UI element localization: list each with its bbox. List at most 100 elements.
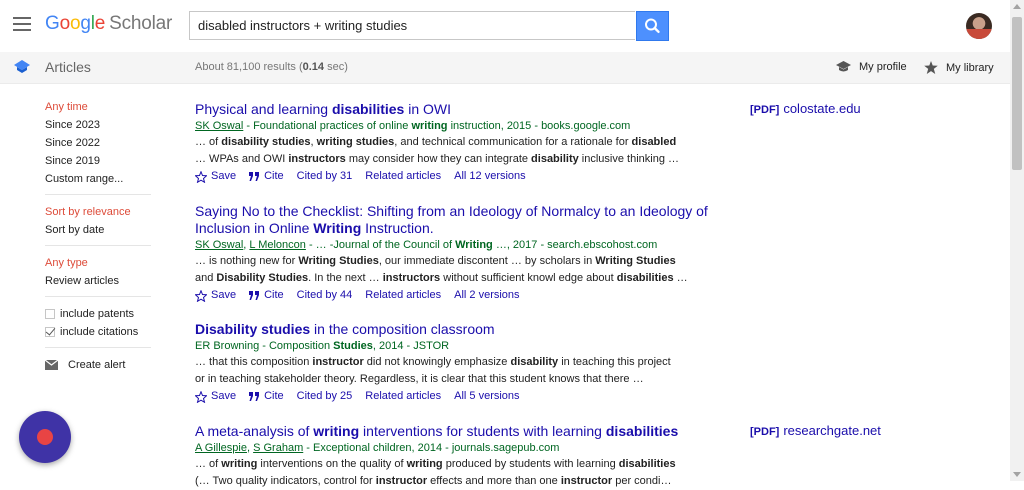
- save-label: Save: [211, 390, 237, 402]
- result-item: Saying No to the Checklist: Shifting fro…: [195, 203, 735, 304]
- quote-icon: [249, 171, 260, 181]
- author-link[interactable]: L Meloncon: [249, 239, 305, 251]
- all-versions-link[interactable]: All 12 versions: [454, 168, 526, 185]
- save-button[interactable]: Save: [195, 388, 236, 405]
- author-link[interactable]: S Graham: [253, 442, 303, 454]
- filter-since-2023[interactable]: Since 2023: [45, 116, 155, 134]
- scrollbar-thumb[interactable]: [1012, 17, 1022, 170]
- my-library-link[interactable]: My library: [924, 61, 994, 74]
- filter-any-type[interactable]: Any type: [45, 254, 155, 272]
- highlighted-term: disability: [531, 153, 579, 165]
- filter-any-time[interactable]: Any time: [45, 98, 155, 116]
- highlighted-term: writing: [411, 120, 448, 132]
- text-fragment: effects and more than one: [427, 475, 561, 487]
- result-actions: Save Cite Cited by 44 Related articles A…: [195, 287, 735, 304]
- cite-label: Cite: [264, 289, 284, 301]
- filter-since-2019[interactable]: Since 2019: [45, 152, 155, 170]
- author-link[interactable]: SK Oswal: [195, 239, 243, 251]
- create-alert-button[interactable]: Create alert: [45, 356, 155, 374]
- result-title[interactable]: Physical and learning disabilities in OW…: [195, 101, 735, 118]
- result-title[interactable]: Disability studies in the composition cl…: [195, 321, 735, 338]
- text-fragment: did not knowingly emphasize: [363, 356, 511, 368]
- text-fragment: in OWI: [404, 101, 452, 117]
- author-link[interactable]: A Gillespie: [195, 442, 247, 454]
- text-fragment: A meta-analysis of: [195, 423, 314, 439]
- cited-by-link[interactable]: Cited by 31: [297, 168, 353, 185]
- cite-label: Cite: [264, 170, 284, 182]
- include-citations-checkbox[interactable]: include citations: [45, 323, 155, 341]
- results-count: About 81,100 results (0.14 sec): [195, 61, 348, 73]
- hamburger-menu-icon[interactable]: [13, 17, 31, 31]
- text-fragment: per condi…: [612, 475, 672, 487]
- text-fragment: …: [673, 272, 688, 284]
- highlighted-term: disabled: [631, 136, 677, 148]
- result-title[interactable]: Saying No to the Checklist: Shifting fro…: [195, 203, 735, 237]
- quote-icon: [249, 391, 260, 401]
- star-outline-icon: [195, 170, 207, 183]
- cite-button[interactable]: Cite: [249, 287, 284, 304]
- include-patents-checkbox[interactable]: include patents: [45, 305, 155, 323]
- filter-sidebar: Any time Since 2023 Since 2022 Since 201…: [45, 98, 155, 374]
- cite-button[interactable]: Cite: [249, 388, 284, 405]
- logo-letter: g: [80, 13, 91, 34]
- cited-by-link[interactable]: Cited by 44: [297, 287, 353, 304]
- author-link[interactable]: SK Oswal: [195, 120, 243, 132]
- sort-by-relevance[interactable]: Sort by relevance: [45, 203, 155, 221]
- scroll-up-arrow-icon[interactable]: [1013, 4, 1021, 9]
- related-articles-link[interactable]: Related articles: [365, 168, 441, 185]
- highlighted-term: disabilities: [616, 272, 674, 284]
- save-button[interactable]: Save: [195, 168, 236, 185]
- highlighted-term: instructors: [288, 153, 346, 165]
- pdf-tag: [PDF]: [750, 426, 780, 438]
- result-authors: A Gillespie, S Graham - Exceptional chil…: [195, 440, 735, 456]
- scroll-down-arrow-icon[interactable]: [1013, 472, 1021, 477]
- result-authors: SK Oswal - Foundational practices of onl…: [195, 118, 735, 134]
- related-articles-link[interactable]: Related articles: [365, 287, 441, 304]
- highlighted-term: disabilities: [618, 458, 676, 470]
- sort-by-date[interactable]: Sort by date: [45, 221, 155, 239]
- star-outline-icon: [195, 390, 207, 403]
- text-fragment: … is nothing new for: [195, 255, 299, 267]
- text-fragment: … that this composition: [195, 356, 313, 368]
- account-avatar[interactable]: [966, 13, 992, 39]
- save-label: Save: [211, 170, 237, 182]
- checkbox-unchecked: [45, 309, 55, 319]
- highlighted-term: Studies: [333, 340, 373, 352]
- filter-review-articles[interactable]: Review articles: [45, 272, 155, 290]
- text-fragment: in the composition classroom: [310, 321, 495, 337]
- search-icon: [645, 18, 660, 33]
- text-fragment: …, 2017 - search.ebscohost.com: [492, 239, 658, 251]
- logo-letter: G: [45, 13, 60, 34]
- checkbox-checked: [45, 327, 55, 337]
- text-fragment: or in teaching stakeholder theory. Regar…: [195, 373, 644, 385]
- search-box: [189, 11, 636, 40]
- result-item: Physical and learning disabilities in OW…: [195, 101, 735, 185]
- search-input[interactable]: [190, 12, 636, 39]
- envelope-icon: [45, 360, 58, 370]
- filter-custom-range[interactable]: Custom range...: [45, 170, 155, 188]
- search-button[interactable]: [636, 11, 669, 41]
- record-button[interactable]: [19, 411, 71, 463]
- pdf-tag: [PDF]: [750, 104, 780, 116]
- related-articles-link[interactable]: Related articles: [365, 388, 441, 405]
- pdf-link[interactable]: [PDF] researchgate.net: [750, 423, 881, 438]
- highlighted-term: Writing: [313, 220, 362, 236]
- highlighted-term: disabilities: [605, 423, 679, 439]
- highlighted-term: instructor: [375, 475, 428, 487]
- text-fragment: without sufficient knowl edge about: [440, 272, 617, 284]
- filter-since-2022[interactable]: Since 2022: [45, 134, 155, 152]
- my-profile-link[interactable]: My profile: [836, 61, 907, 73]
- highlighted-term: writing studies: [316, 136, 395, 148]
- google-scholar-logo[interactable]: Google Scholar: [45, 13, 172, 35]
- all-versions-link[interactable]: All 2 versions: [454, 287, 519, 304]
- save-button[interactable]: Save: [195, 287, 236, 304]
- all-versions-link[interactable]: All 5 versions: [454, 388, 519, 405]
- text-fragment: … WPAs and OWI: [195, 153, 289, 165]
- result-title[interactable]: A meta-analysis of writing interventions…: [195, 423, 735, 440]
- text-fragment: interventions on the quality of: [257, 458, 407, 470]
- result-snippet: … is nothing new for Writing Studies, ou…: [195, 253, 735, 270]
- cite-label: Cite: [264, 390, 284, 402]
- pdf-link[interactable]: [PDF] colostate.edu: [750, 101, 861, 116]
- cited-by-link[interactable]: Cited by 25: [297, 388, 353, 405]
- cite-button[interactable]: Cite: [249, 168, 284, 185]
